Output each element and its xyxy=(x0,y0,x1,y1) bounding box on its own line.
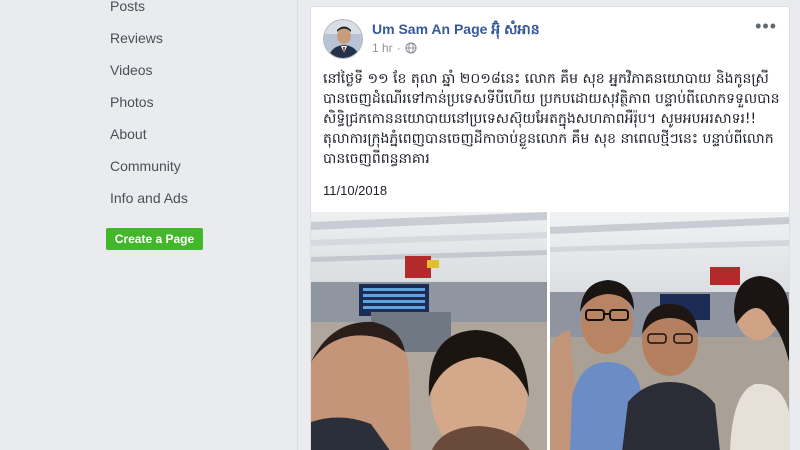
globe-icon[interactable] xyxy=(405,42,417,54)
left-sidebar: Posts Reviews Videos Photos About Commun… xyxy=(0,0,298,450)
separator: · xyxy=(396,41,401,55)
nav-item-about[interactable]: About xyxy=(110,122,188,154)
page-name-link[interactable]: Um Sam An Page អ៊ុំ សំអាន xyxy=(372,20,540,41)
nav-item-info-and-ads[interactable]: Info and Ads xyxy=(110,186,188,218)
post-date: 11/10/2018 xyxy=(323,183,388,198)
nav-item-videos[interactable]: Videos xyxy=(110,58,188,90)
photo-grid xyxy=(311,212,789,450)
post-time[interactable]: 1 hr xyxy=(372,41,393,55)
nav-item-photos[interactable]: Photos xyxy=(110,90,188,122)
page-nav: Posts Reviews Videos Photos About Commun… xyxy=(110,0,188,218)
nav-item-reviews[interactable]: Reviews xyxy=(110,26,188,58)
post-card: Um Sam An Page អ៊ុំ សំអាន 1 hr · ••• នៅថ… xyxy=(310,6,790,450)
nav-item-community[interactable]: Community xyxy=(110,154,188,186)
nav-item-posts[interactable]: Posts xyxy=(110,0,188,26)
create-page-button[interactable]: Create a Page xyxy=(106,228,203,250)
post-text: នៅថ្ងៃទី ១១ ខែ តុលា ឆ្នាំ ២០១៨នេះ លោក គឹ… xyxy=(323,71,780,167)
photo-right[interactable] xyxy=(550,212,789,450)
more-options-icon[interactable]: ••• xyxy=(755,17,777,35)
photo-left[interactable] xyxy=(311,212,547,450)
post-meta: 1 hr · xyxy=(372,41,417,55)
avatar[interactable] xyxy=(323,19,363,59)
